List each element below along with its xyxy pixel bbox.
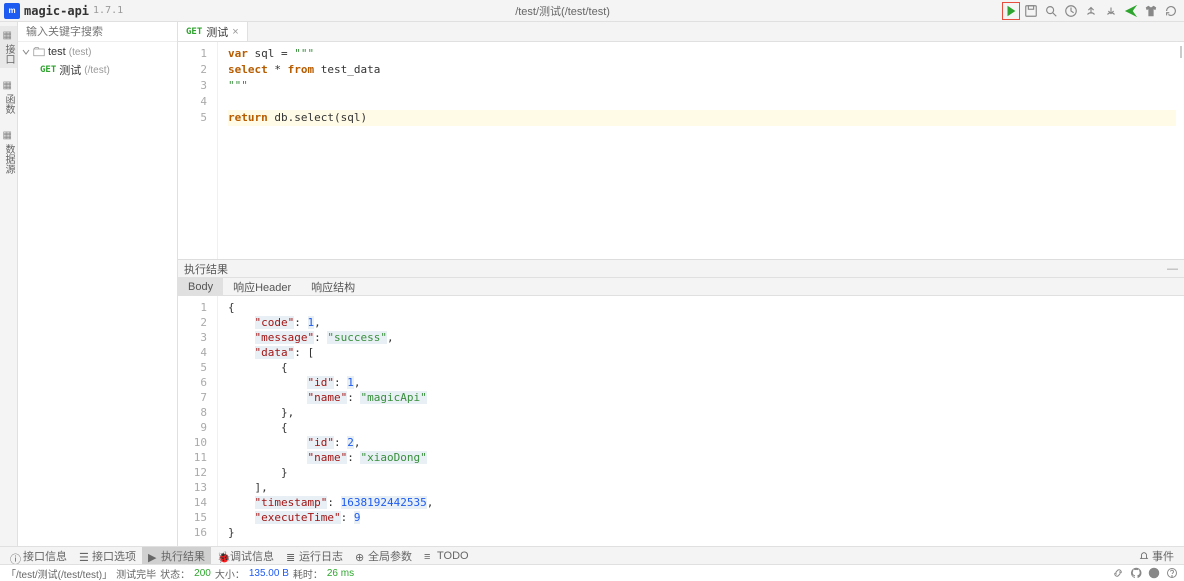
- bell-icon: [1139, 551, 1149, 561]
- globe-icon: ⊕: [355, 551, 365, 561]
- result-panel-title-bar: 执行结果 —: [178, 260, 1184, 278]
- bottom-tab-todo[interactable]: ≡TODO: [418, 547, 475, 564]
- help-icon[interactable]: [1166, 567, 1178, 579]
- upload-icon[interactable]: [1082, 2, 1100, 20]
- bug-icon: 🐞: [217, 551, 227, 561]
- tree-folder[interactable]: test (test): [18, 44, 177, 60]
- opt-icon: ☰: [79, 551, 89, 561]
- rail-tab-function[interactable]: ▦函数: [0, 76, 17, 118]
- api-name: 测试: [59, 62, 81, 78]
- refresh-icon[interactable]: [1162, 2, 1180, 20]
- link-icon[interactable]: [1112, 567, 1124, 579]
- tab-method-badge: GET: [186, 27, 202, 37]
- github-icon[interactable]: [1130, 567, 1142, 579]
- info-icon: ⓘ: [10, 551, 20, 561]
- log-icon: ≣: [286, 551, 296, 561]
- result-tabs: Body 响应Header 响应结构: [178, 278, 1184, 296]
- api-tree: test (test) GET 测试 (/test): [18, 42, 177, 546]
- editor-tabs: GET 测试 ×: [178, 22, 1184, 42]
- time-value: 26 ms: [327, 568, 354, 579]
- status-done: 测试完毕: [116, 566, 156, 581]
- status-bar: 「/test/测试(/test/test)」 测试完毕 状态： 200 大小： …: [0, 564, 1184, 581]
- panel-title: 执行结果: [184, 261, 228, 277]
- app-version: 1.7.1: [93, 5, 123, 16]
- play-icon: ▶: [148, 551, 158, 561]
- api-path: (/test): [84, 65, 110, 76]
- code-editor[interactable]: 12345 var sql = """select * from test_da…: [178, 42, 1184, 259]
- bottom-tab-play[interactable]: ▶执行结果: [142, 547, 211, 564]
- minimize-icon[interactable]: —: [1167, 263, 1178, 275]
- bottom-tab-bar: ⓘ接口信息☰接口选项▶执行结果🐞调试信息≣运行日志⊕全局参数≡TODO 事件: [0, 546, 1184, 564]
- bottom-tab-opt[interactable]: ☰接口选项: [73, 547, 142, 564]
- todo-icon: ≡: [424, 551, 434, 561]
- search-icon[interactable]: [1042, 2, 1060, 20]
- left-rail: ▦接口 ▦函数 ▦数据源: [0, 22, 18, 546]
- status-path: 「/test/测试(/test/test)」: [6, 566, 112, 581]
- tab-title: 测试: [206, 24, 228, 40]
- header-toolbar: [1002, 2, 1180, 20]
- bottom-tab-log[interactable]: ≣运行日志: [280, 547, 349, 564]
- tree-api-item[interactable]: GET 测试 (/test): [36, 60, 177, 80]
- editor-tab[interactable]: GET 测试 ×: [178, 22, 248, 41]
- save-icon[interactable]: [1022, 2, 1040, 20]
- send-icon[interactable]: [1122, 2, 1140, 20]
- folder-icon: [33, 46, 45, 58]
- folder-name: test: [48, 46, 66, 58]
- search-input[interactable]: [26, 26, 168, 38]
- shirt-icon[interactable]: [1142, 2, 1160, 20]
- folder-path: (test): [69, 47, 92, 58]
- close-icon[interactable]: ×: [232, 26, 238, 38]
- status-label: 状态：: [160, 566, 190, 581]
- rail-tab-datasource[interactable]: ▦数据源: [0, 126, 17, 178]
- result-tab-header[interactable]: 响应Header: [223, 278, 301, 295]
- size-label: 大小：: [215, 566, 245, 581]
- method-badge: GET: [40, 65, 56, 75]
- result-tab-body[interactable]: Body: [178, 278, 223, 295]
- events-button[interactable]: 事件: [1133, 547, 1180, 564]
- gitee-icon[interactable]: [1148, 567, 1160, 579]
- app-name: magic-api: [24, 4, 89, 18]
- bottom-tab-bug[interactable]: 🐞调试信息: [211, 547, 280, 564]
- header-breadcrumb: /test/测试(/test/test): [123, 3, 1002, 19]
- bottom-tab-info[interactable]: ⓘ接口信息: [4, 547, 73, 564]
- run-button[interactable]: [1002, 2, 1020, 20]
- history-icon[interactable]: [1062, 2, 1080, 20]
- status-code: 200: [194, 568, 211, 579]
- app-header: m magic-api 1.7.1 /test/测试(/test/test): [0, 0, 1184, 22]
- app-logo: m: [4, 3, 20, 19]
- rail-tab-api[interactable]: ▦接口: [0, 26, 17, 68]
- bottom-tab-globe[interactable]: ⊕全局参数: [349, 547, 418, 564]
- time-label: 耗时：: [293, 566, 323, 581]
- result-tab-schema[interactable]: 响应结构: [301, 278, 365, 295]
- chevron-down-icon: [22, 48, 30, 56]
- sidebar: test (test) GET 测试 (/test): [18, 22, 178, 546]
- size-value: 135.00 B: [249, 568, 289, 579]
- download-icon[interactable]: [1102, 2, 1120, 20]
- result-body[interactable]: 12345678910111213141516 { "code": 1, "me…: [178, 296, 1184, 546]
